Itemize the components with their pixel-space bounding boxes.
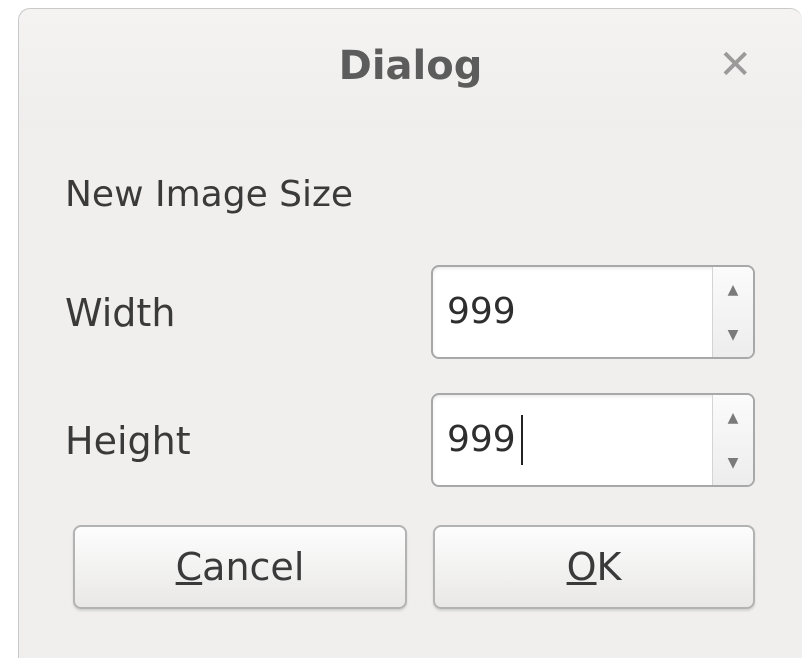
text-caret bbox=[521, 415, 523, 465]
width-spin-arrows[interactable]: ▲ ▼ bbox=[712, 267, 753, 357]
width-spinbox[interactable]: ▲ ▼ bbox=[431, 265, 755, 359]
title-bar[interactable]: Dialog ✕ bbox=[19, 9, 802, 129]
width-label: Width bbox=[65, 291, 176, 335]
chevron-up-icon[interactable]: ▲ bbox=[713, 267, 753, 312]
chevron-up-icon[interactable]: ▲ bbox=[713, 395, 753, 440]
close-icon[interactable]: ✕ bbox=[718, 45, 752, 85]
cancel-mnemonic: C bbox=[175, 545, 203, 589]
section-label: New Image Size bbox=[65, 174, 354, 215]
height-label: Height bbox=[65, 419, 191, 463]
height-input[interactable] bbox=[447, 419, 687, 460]
ok-mnemonic: O bbox=[566, 545, 597, 589]
cancel-label-rest: ancel bbox=[202, 545, 305, 589]
height-spin-arrows[interactable]: ▲ ▼ bbox=[712, 395, 753, 485]
width-input[interactable] bbox=[447, 291, 687, 332]
height-spinbox[interactable]: ▲ ▼ bbox=[431, 393, 755, 487]
chevron-down-icon[interactable]: ▼ bbox=[713, 440, 753, 485]
dialog-title: Dialog bbox=[338, 43, 483, 89]
chevron-down-icon[interactable]: ▼ bbox=[713, 312, 753, 357]
cancel-button[interactable]: Cancel bbox=[73, 525, 407, 609]
ok-label-rest: K bbox=[596, 545, 622, 589]
new-image-size-dialog: Dialog ✕ New Image Size Width ▲ ▼ Height… bbox=[18, 8, 802, 658]
ok-button[interactable]: OK bbox=[433, 525, 755, 609]
